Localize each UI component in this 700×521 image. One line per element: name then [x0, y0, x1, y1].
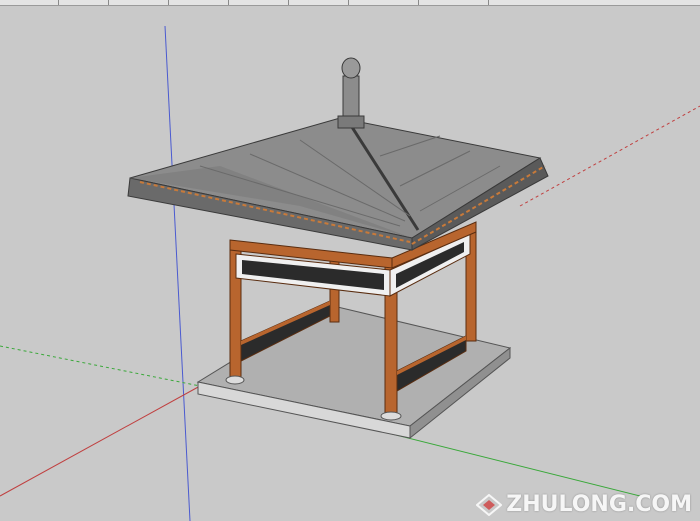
blue-axis: [164, 25, 191, 521]
toolbar-button[interactable]: [210, 0, 229, 5]
watermark: ZHULONG.COM: [476, 492, 692, 517]
red-axis-dashed: [519, 105, 700, 207]
pavilion-roof: [127, 117, 549, 251]
3d-viewport[interactable]: [0, 6, 700, 521]
toolbar-button[interactable]: [470, 0, 489, 5]
toolbar-button[interactable]: [150, 0, 169, 5]
toolbar-button[interactable]: [90, 0, 109, 5]
watermark-text: ZHULONG.COM: [506, 492, 692, 517]
model-canvas[interactable]: [0, 6, 700, 521]
toolbar-button[interactable]: [400, 0, 419, 5]
roof-finial: [337, 57, 365, 129]
toolbar-button[interactable]: [40, 0, 59, 5]
red-axis: [0, 385, 201, 497]
green-axis-dashed: [0, 345, 201, 387]
toolbar-button[interactable]: [270, 0, 289, 5]
diamond-logo-icon: [476, 493, 503, 516]
pavilion-platform: [196, 303, 512, 440]
toolbar-button[interactable]: [330, 0, 349, 5]
